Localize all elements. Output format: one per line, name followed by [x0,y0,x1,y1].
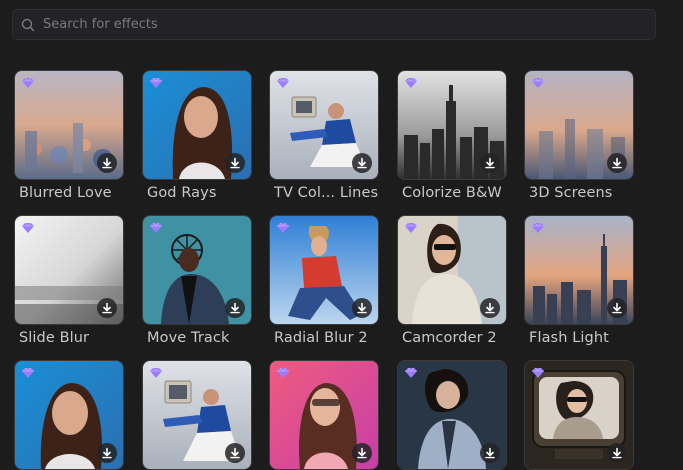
download-icon[interactable] [607,153,627,173]
effects-grid: Blurred Love God Rays TV Col... Lines Color… [0,0,683,470]
effect-tile[interactable] [524,360,634,470]
gem-icon [21,367,35,379]
gem-icon [404,222,418,234]
gem-icon [404,367,418,379]
effect-label: Move Track [147,330,230,346]
download-icon[interactable] [97,153,117,173]
effect-tile[interactable]: God Rays [142,70,252,201]
effect-thumbnail[interactable] [524,215,634,325]
effect-tile[interactable]: TV Col... Lines [269,70,379,201]
effect-thumbnail[interactable] [14,70,124,180]
download-icon[interactable] [607,298,627,318]
gem-icon [21,77,35,89]
gem-icon [21,222,35,234]
effect-label: Blurred Love [19,185,112,201]
effect-label: Camcorder 2 [402,330,497,346]
download-icon[interactable] [225,298,245,318]
gem-icon [531,367,545,379]
effect-tile[interactable] [14,360,124,470]
effect-thumbnail[interactable] [397,360,507,470]
download-icon[interactable] [480,153,500,173]
download-icon[interactable] [607,443,627,463]
download-icon[interactable] [97,443,117,463]
gem-icon [149,77,163,89]
gem-icon [276,367,290,379]
effect-tile[interactable]: Move Track [142,215,252,346]
effect-label: Radial Blur 2 [274,330,368,346]
effect-tile[interactable]: Radial Blur 2 [269,215,379,346]
effect-tile[interactable]: Camcorder 2 [397,215,507,346]
effect-thumbnail[interactable] [269,70,379,180]
gem-icon [531,222,545,234]
effect-tile[interactable]: Flash Light [524,215,634,346]
download-icon[interactable] [225,153,245,173]
download-icon[interactable] [352,443,372,463]
effect-thumbnail[interactable] [269,360,379,470]
gem-icon [531,77,545,89]
effect-label: TV Col... Lines [274,185,379,201]
effect-tile[interactable]: Colorize B&W [397,70,507,201]
effect-label: Colorize B&W [402,185,502,201]
effect-thumbnail[interactable] [397,70,507,180]
gem-icon [149,222,163,234]
effect-tile[interactable]: 3D Screens [524,70,634,201]
download-icon[interactable] [352,153,372,173]
download-icon[interactable] [225,443,245,463]
effect-tile[interactable] [269,360,379,470]
effect-thumbnail[interactable] [14,360,124,470]
effect-thumbnail[interactable] [524,70,634,180]
scrollbar[interactable] [667,0,683,464]
effect-label: Slide Blur [19,330,90,346]
download-icon[interactable] [480,298,500,318]
effect-thumbnail[interactable] [269,215,379,325]
effect-tile[interactable] [397,360,507,470]
effect-thumbnail[interactable] [142,215,252,325]
effect-thumbnail[interactable] [142,70,252,180]
effect-tile[interactable] [142,360,252,470]
effect-thumbnail[interactable] [142,360,252,470]
gem-icon [276,222,290,234]
effect-label: God Rays [147,185,217,201]
gem-icon [404,77,418,89]
effect-label: 3D Screens [529,185,613,201]
effect-tile[interactable]: Blurred Love [14,70,124,201]
download-icon[interactable] [352,298,372,318]
gem-icon [276,77,290,89]
effect-thumbnail[interactable] [14,215,124,325]
effect-tile[interactable]: Slide Blur [14,215,124,346]
download-icon[interactable] [480,443,500,463]
effect-thumbnail[interactable] [524,360,634,470]
effect-thumbnail[interactable] [397,215,507,325]
effect-label: Flash Light [529,330,609,346]
gem-icon [149,367,163,379]
download-icon[interactable] [97,298,117,318]
